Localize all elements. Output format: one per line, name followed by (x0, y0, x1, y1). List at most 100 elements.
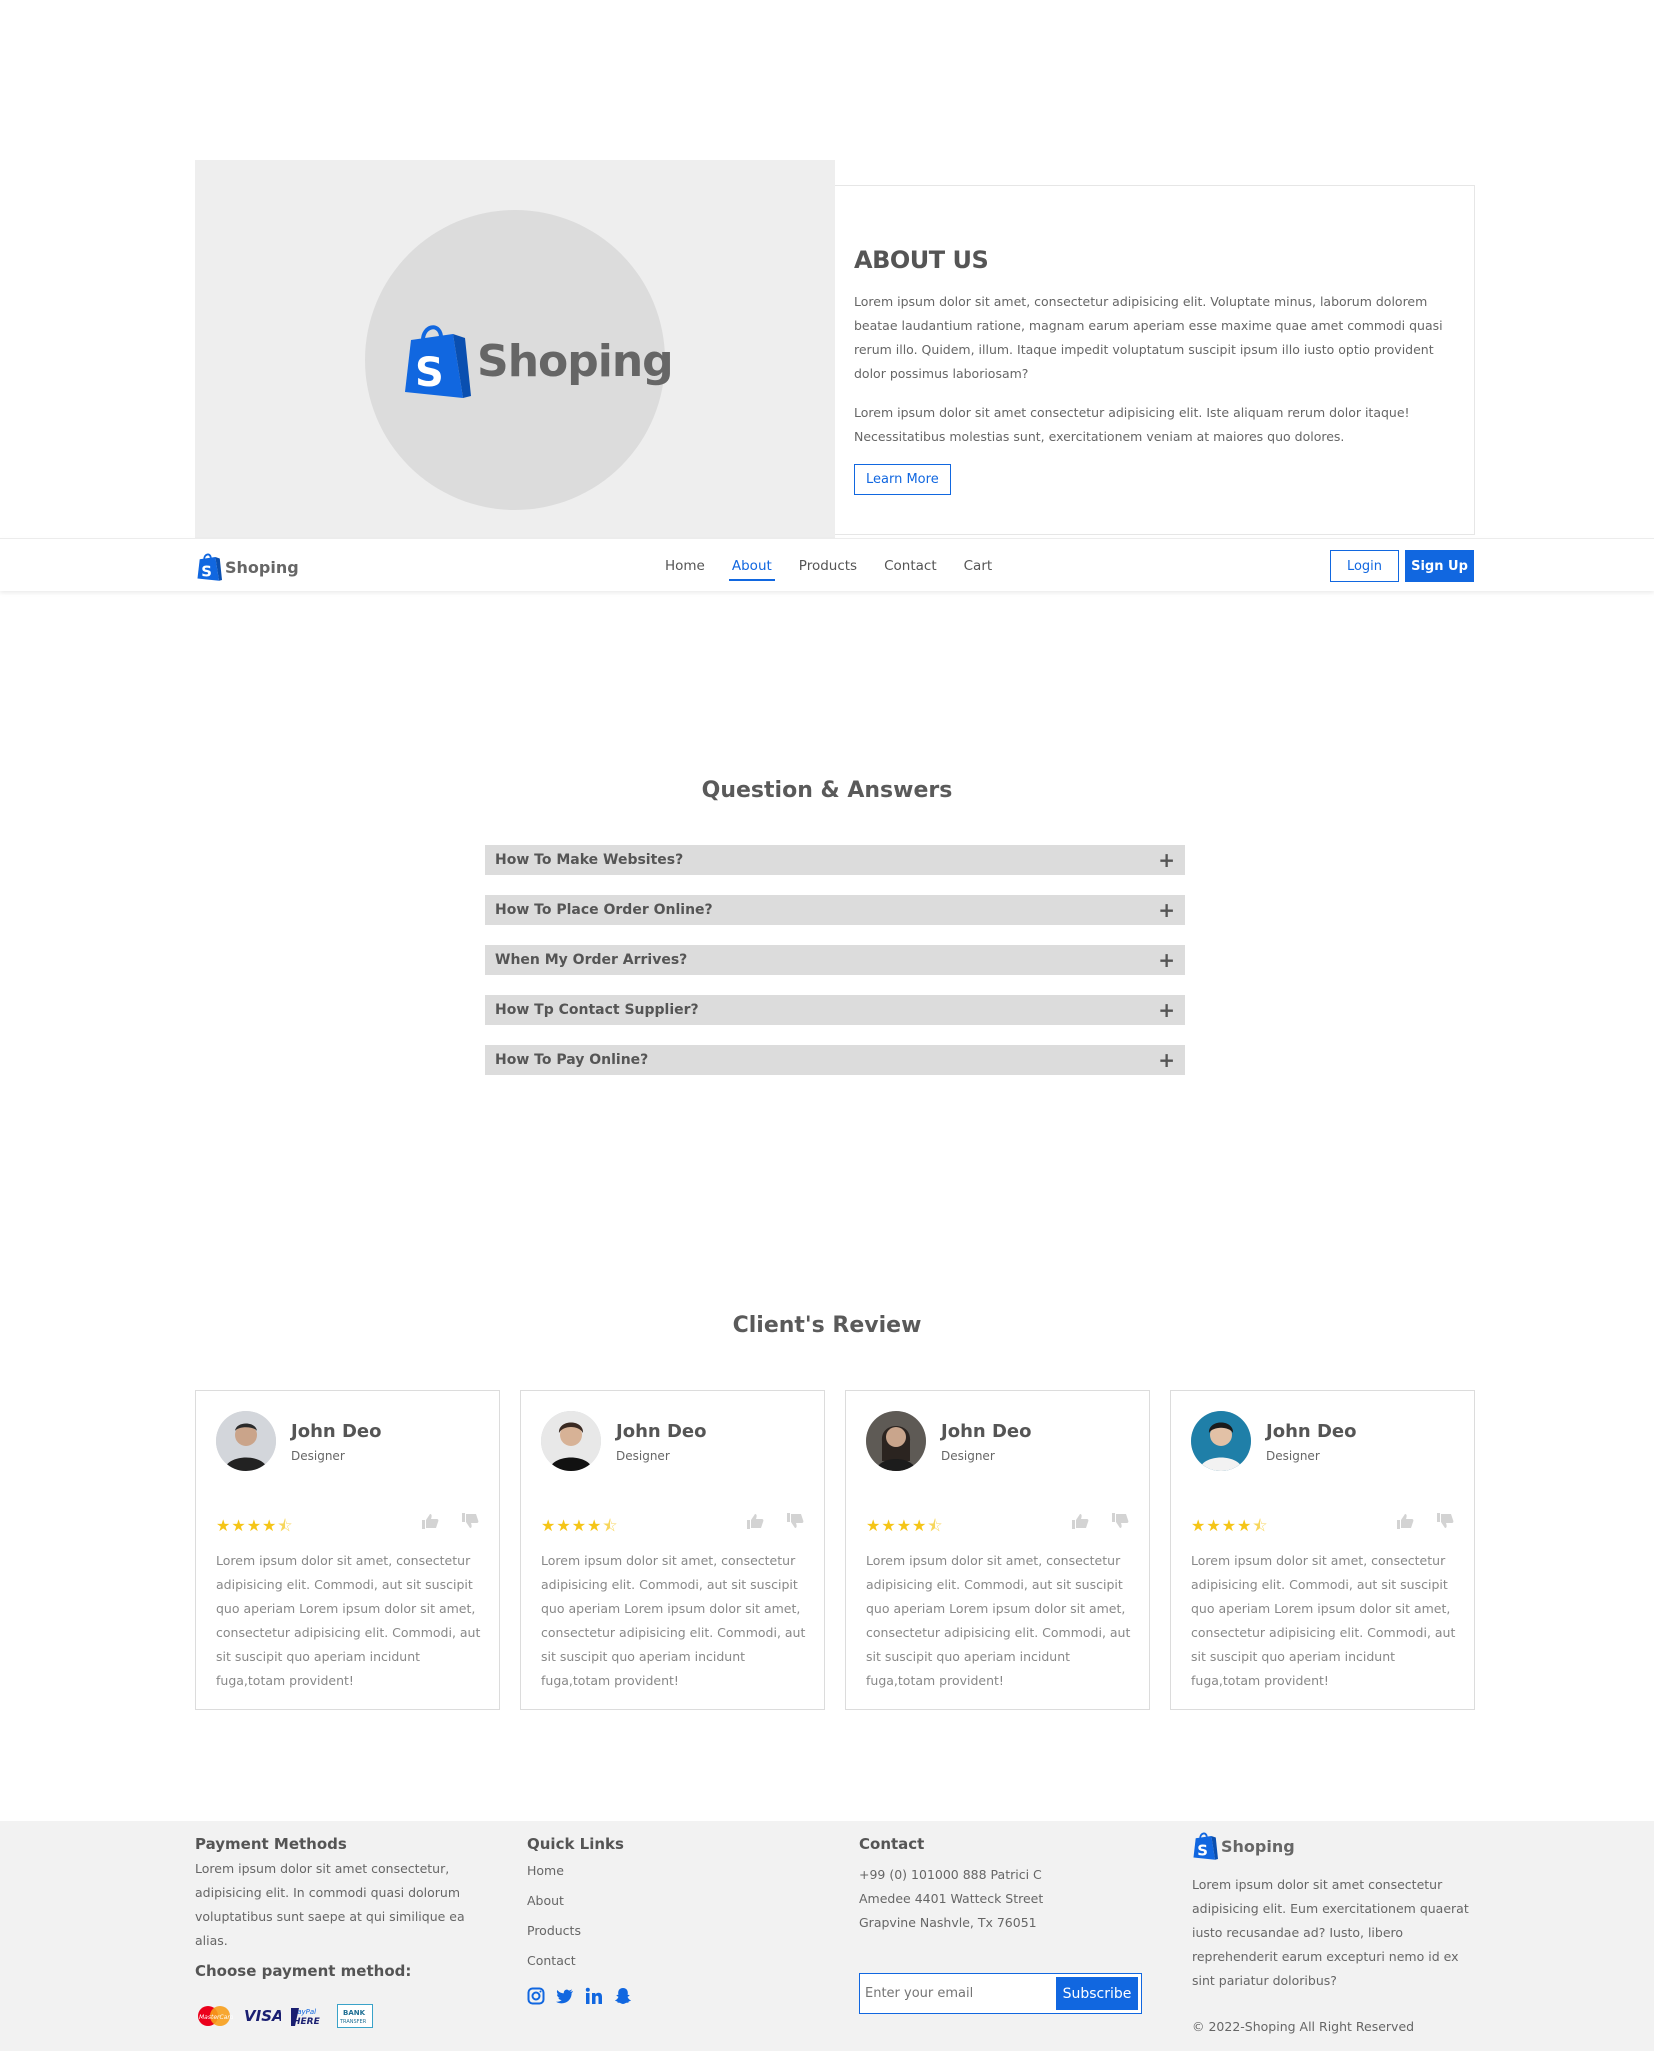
svg-text:MasterCard: MasterCard (199, 2014, 233, 2021)
learn-more-button[interactable]: Learn More (854, 464, 951, 495)
reviewer-role: Designer (616, 1449, 670, 1463)
avatar (541, 1411, 601, 1471)
footer-logo-text: Shoping (1221, 1836, 1295, 1856)
qa-item[interactable]: How To Place Order Online? + (485, 895, 1185, 925)
contact-line: +99 (0) 101000 888 Patrici C (859, 1867, 1042, 1882)
about-paragraph-2: Lorem ipsum dolor sit amet consectetur a… (854, 405, 1410, 444)
reviewer-name: John Deo (291, 1421, 382, 1442)
about-logo: S Shoping (401, 322, 674, 400)
about-heading: ABOUT US (854, 246, 989, 274)
subscribe-form: Subscribe (859, 1973, 1142, 2014)
nav-link-products[interactable]: Products (796, 558, 860, 574)
thumbs-down-icon[interactable] (1436, 1513, 1454, 1529)
review-text: Lorem ipsum dolor sit amet, consectetur … (866, 1553, 1131, 1688)
subscribe-button[interactable]: Subscribe (1056, 1977, 1138, 2010)
plus-icon[interactable]: + (1158, 1050, 1175, 1070)
svg-text:S: S (415, 350, 444, 396)
footer-link-contact[interactable]: Contact (527, 1949, 727, 1973)
qa-list: How To Make Websites? + How To Place Orde… (485, 845, 1185, 1095)
avatar (1191, 1411, 1251, 1471)
instagram-icon[interactable] (527, 1987, 545, 2005)
svg-text:TRANSFER: TRANSFER (339, 2019, 367, 2025)
choose-payment-label: Choose payment method: (195, 1962, 412, 1980)
about-image-panel: S Shoping (195, 160, 835, 540)
star-rating: ★★★★⯪ (541, 1516, 619, 1535)
qa-title: Question & Answers (701, 778, 953, 803)
nav-link-home[interactable]: Home (662, 558, 708, 574)
qa-item[interactable]: How To Pay Online? + (485, 1045, 1185, 1075)
social-icons (527, 1987, 727, 2005)
linkedin-icon[interactable] (585, 1987, 603, 2005)
thumbs-down-icon[interactable] (786, 1513, 804, 1529)
bank-transfer-icon[interactable]: BANK TRANSFER (337, 2004, 373, 2028)
star-rating: ★★★★⯪ (1191, 1516, 1269, 1535)
payment-icons: MasterCard VISA PayPal HERE BANK TRANSFER (195, 2004, 495, 2028)
nav-links: Home About Products Contact Cart (662, 558, 996, 581)
plus-icon[interactable]: + (1158, 850, 1175, 870)
thumbs-up-icon[interactable] (421, 1513, 439, 1529)
thumbs-down-icon[interactable] (461, 1513, 479, 1529)
qa-item[interactable]: How Tp Contact Supplier? + (485, 995, 1185, 1025)
thumbs-up-icon[interactable] (1071, 1513, 1089, 1529)
email-input[interactable] (863, 1977, 1056, 2010)
page: S Shoping ABOUT US Lorem ipsum dolor sit… (0, 0, 1654, 2051)
thumbs-down-icon[interactable] (1111, 1513, 1129, 1529)
shopping-bag-icon: S (197, 553, 222, 581)
twitter-icon[interactable] (556, 1987, 574, 2005)
thumbs-up-icon[interactable] (1396, 1513, 1414, 1529)
qa-question: How Tp Contact Supplier? (495, 1002, 699, 1018)
avatar (216, 1411, 276, 1471)
nav-link-cart[interactable]: Cart (961, 558, 996, 574)
qa-item[interactable]: How To Make Websites? + (485, 845, 1185, 875)
mastercard-icon[interactable]: MasterCard (195, 2004, 233, 2028)
footer-contact: Contact +99 (0) 101000 888 Patrici C Ame… (859, 1835, 1149, 1935)
paypal-icon[interactable]: PayPalHERE (291, 2004, 327, 2028)
review-card: John Deo Designer ★★★★⯪ Lorem ipsum dolo… (1170, 1390, 1475, 1710)
navbar: S Shoping Home About Products Contact Ca… (0, 538, 1654, 591)
reviewer-role: Designer (1266, 1449, 1320, 1463)
about-content: ABOUT US Lorem ipsum dolor sit amet, con… (835, 185, 1475, 535)
qa-question: When My Order Arrives? (495, 952, 688, 968)
footer-link-home[interactable]: Home (527, 1859, 727, 1883)
footer-logo[interactable]: S Shoping (1192, 1831, 1477, 1861)
about-logo-text: Shoping (477, 335, 674, 387)
login-button[interactable]: Login (1330, 550, 1399, 582)
snapchat-icon[interactable] (614, 1987, 632, 2005)
payment-title: Payment Methods (195, 1835, 347, 1853)
svg-text:VISA: VISA (244, 2007, 281, 2025)
qa-question: How To Place Order Online? (495, 902, 713, 918)
review-card: John Deo Designer ★★★★⯪ Lorem ipsum dolo… (195, 1390, 500, 1710)
contact-line: Grapvine Nashvle, Tx 76051 (859, 1915, 1037, 1930)
signup-button[interactable]: Sign Up (1405, 550, 1474, 582)
footer-payment: Payment Methods Lorem ipsum dolor sit am… (195, 1835, 495, 2028)
visa-icon[interactable]: VISA (243, 2004, 281, 2028)
nav-link-contact[interactable]: Contact (881, 558, 940, 574)
thumbs-up-icon[interactable] (746, 1513, 764, 1529)
review-text: Lorem ipsum dolor sit amet, consectetur … (1191, 1553, 1456, 1688)
copyright: © 2022-Shoping All Right Reserved (1192, 2019, 1415, 2034)
plus-icon[interactable]: + (1158, 900, 1175, 920)
nav-link-about[interactable]: About (728, 558, 775, 581)
reviewer-name: John Deo (1266, 1421, 1357, 1442)
footer-link-about[interactable]: About (527, 1889, 727, 1913)
nav-logo[interactable]: S Shoping (196, 552, 299, 582)
avatar (866, 1411, 926, 1471)
reviewer-name: John Deo (616, 1421, 707, 1442)
reviews-title: Client's Review (732, 1313, 922, 1338)
footer-brand: S Shoping Lorem ipsum dolor sit amet con… (1192, 1831, 1477, 2039)
payment-text: Lorem ipsum dolor sit amet consectetur, … (195, 1861, 465, 1948)
review-card: John Deo Designer ★★★★⯪ Lorem ipsum dolo… (845, 1390, 1150, 1710)
plus-icon[interactable]: + (1158, 950, 1175, 970)
qa-question: How To Make Websites? (495, 852, 684, 868)
qa-question: How To Pay Online? (495, 1052, 649, 1068)
footer-link-products[interactable]: Products (527, 1919, 727, 1943)
svg-text:HERE: HERE (293, 2017, 321, 2027)
review-text: Lorem ipsum dolor sit amet, consectetur … (216, 1553, 481, 1688)
plus-icon[interactable]: + (1158, 1000, 1175, 1020)
nav-logo-text: Shoping (225, 557, 299, 577)
shopping-bag-icon: S (1193, 1832, 1218, 1860)
contact-title: Contact (859, 1835, 925, 1853)
shopping-bag-icon: S (405, 325, 471, 398)
qa-item[interactable]: When My Order Arrives? + (485, 945, 1185, 975)
footer-quick-links: Quick Links Home About Products Contact (527, 1835, 727, 2005)
